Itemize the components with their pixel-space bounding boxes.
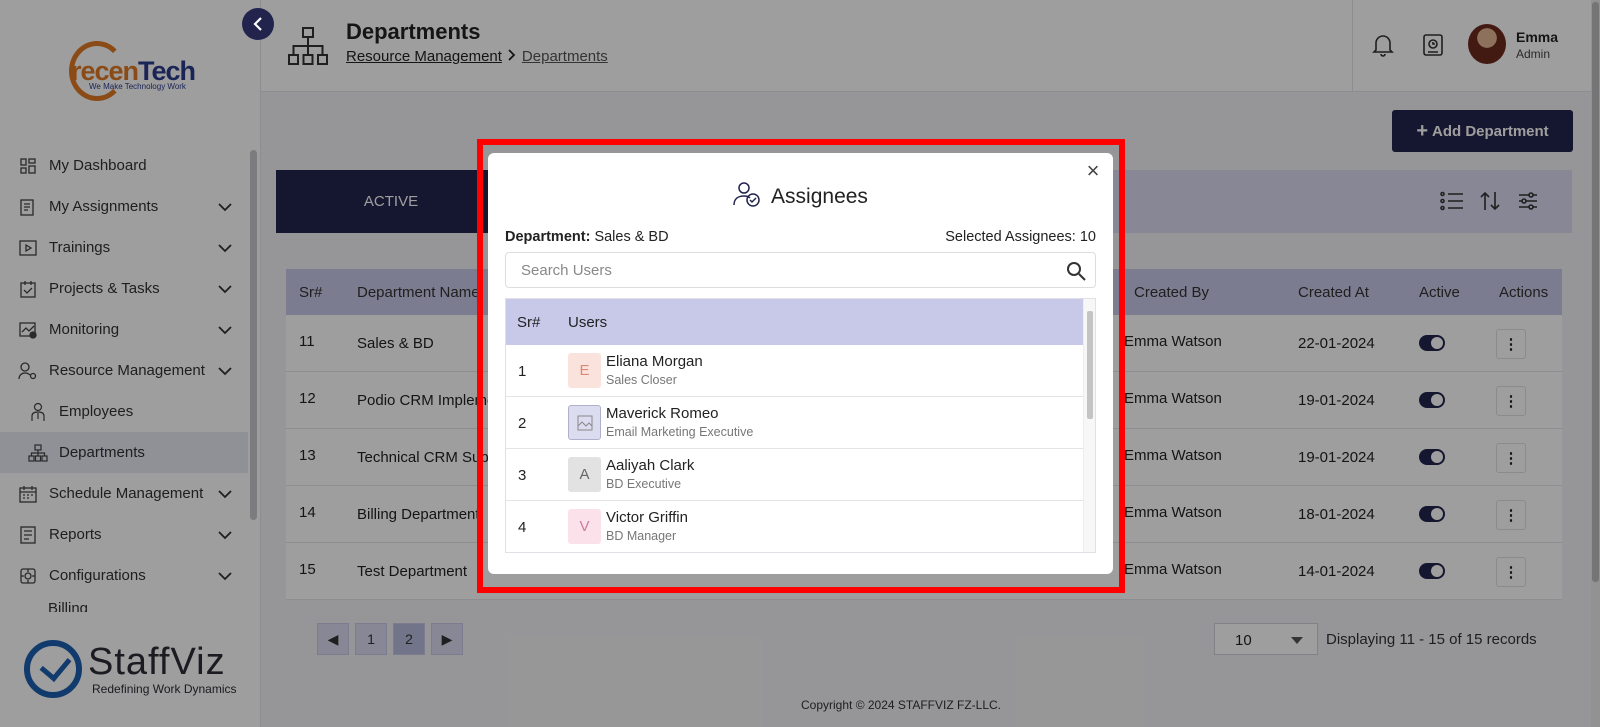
search-users-field: [505, 252, 1096, 288]
table-header: Sr# Users: [506, 299, 1084, 345]
broken-image-icon: [568, 405, 601, 440]
avatar: A: [568, 457, 601, 492]
user-check-icon: [733, 181, 761, 213]
list-item[interactable]: 3 A Aaliyah Clark BD Executive: [506, 449, 1084, 501]
modal-scrollbar[interactable]: [1083, 299, 1095, 552]
avatar: V: [568, 509, 601, 544]
assignees-table: Sr# Users 1 E Eliana Morgan Sales Closer…: [505, 298, 1096, 553]
avatar: E: [568, 353, 601, 388]
search-input[interactable]: [506, 253, 1095, 287]
list-item[interactable]: 4 V Victor Griffin BD Manager: [506, 501, 1084, 552]
list-item[interactable]: 2 Maverick Romeo Email Marketing Executi…: [506, 397, 1084, 449]
chevron-left-icon: [253, 17, 262, 31]
list-item[interactable]: 1 E Eliana Morgan Sales Closer: [506, 345, 1084, 397]
modal-title: Assignees: [488, 181, 1113, 213]
collapse-sidebar-button[interactable]: [242, 8, 274, 40]
selected-assignees-count: Selected Assignees: 10: [945, 229, 1096, 245]
close-icon[interactable]: ×: [1083, 160, 1103, 182]
modal-department: Department: Sales & BD: [505, 229, 669, 245]
assignees-modal: × Assignees Department: Sales & BD Selec…: [488, 153, 1113, 574]
search-icon[interactable]: [1066, 261, 1086, 286]
